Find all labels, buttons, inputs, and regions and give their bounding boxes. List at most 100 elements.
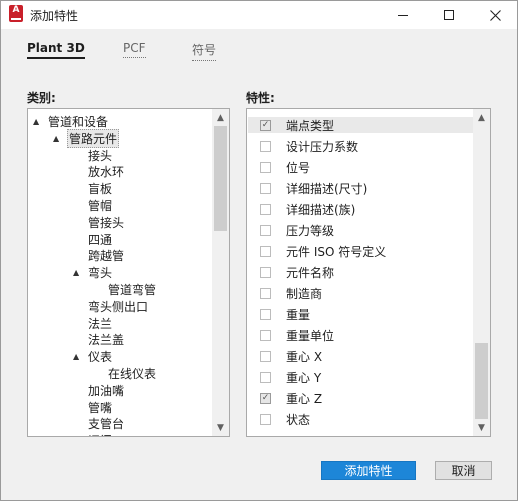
- tree-node[interactable]: 管嘴: [87, 399, 113, 415]
- property-label: 元件名称: [286, 265, 335, 280]
- property-label: 详细描述(族): [286, 202, 356, 217]
- tree-node[interactable]: 管帽: [87, 197, 113, 213]
- checkbox[interactable]: [260, 413, 271, 425]
- property-label: 端点类型: [286, 118, 335, 133]
- checkbox[interactable]: [260, 245, 271, 257]
- property-scrollbar[interactable]: ▲ ▼: [473, 109, 490, 436]
- close-button[interactable]: [472, 1, 518, 29]
- checkbox[interactable]: [260, 161, 271, 173]
- category-label: 类别:: [27, 91, 56, 105]
- tree-node[interactable]: 放水环: [87, 163, 125, 179]
- tree-node-label: 管道弯管: [108, 282, 157, 297]
- tree-node[interactable]: 盲板: [87, 180, 113, 196]
- title-bar: A 添加特性: [1, 1, 517, 29]
- property-item[interactable]: 设计压力系数: [260, 138, 358, 154]
- properties-label: 特性:: [246, 91, 275, 105]
- scroll-down-icon[interactable]: ▼: [473, 419, 490, 436]
- tree-node[interactable]: 接头: [87, 147, 113, 163]
- property-label: 状态: [286, 412, 311, 427]
- property-item[interactable]: 重量: [260, 306, 310, 322]
- tree-node-label: 弯头: [88, 265, 113, 280]
- tree-node[interactable]: ▲ 仪表: [73, 348, 113, 364]
- tree-node[interactable]: 管接头: [87, 214, 125, 230]
- tree-node[interactable]: ▲ 管路元件: [53, 128, 120, 148]
- property-item[interactable]: ✓ 端点类型: [248, 117, 474, 133]
- checkbox[interactable]: [260, 287, 271, 299]
- property-label: 位号: [286, 160, 311, 175]
- minimize-icon: [398, 14, 408, 16]
- property-label: 设计压力系数: [286, 139, 359, 154]
- tree-node[interactable]: 支管台: [87, 415, 125, 431]
- scroll-thumb[interactable]: [475, 343, 488, 419]
- tree-node[interactable]: 法兰: [87, 315, 113, 331]
- property-item[interactable]: ✓ 重心 Z: [260, 390, 322, 406]
- tree-node-label: 阀门: [87, 432, 113, 437]
- property-item[interactable]: 重量单位: [260, 327, 334, 343]
- property-item[interactable]: 位号: [260, 159, 310, 175]
- tree-node[interactable]: ▲ 弯头: [73, 264, 113, 280]
- tree-node[interactable]: 跨越管: [87, 247, 125, 263]
- property-label: 详细描述(尺寸): [286, 181, 368, 196]
- tree-node[interactable]: 管道弯管: [107, 281, 157, 297]
- property-item[interactable]: 制造商: [260, 285, 322, 301]
- property-label: 压力等级: [286, 223, 335, 238]
- property-label: 重量: [286, 307, 311, 322]
- tab-pcf[interactable]: PCF: [123, 41, 146, 58]
- property-item[interactable]: 元件 ISO 符号定义: [260, 243, 386, 259]
- add-property-button[interactable]: 添加特性: [321, 461, 416, 480]
- property-item[interactable]: 状态: [260, 411, 310, 427]
- property-item[interactable]: 重心 Y: [260, 369, 321, 385]
- tree-node[interactable]: 阀门: [87, 432, 113, 437]
- checkbox[interactable]: [260, 371, 271, 383]
- property-label: 重量单位: [286, 328, 335, 343]
- tree-node[interactable]: 在线仪表: [107, 365, 157, 381]
- checkbox[interactable]: [260, 140, 271, 152]
- tree-node-label: 管路元件: [67, 128, 120, 148]
- maximize-icon: [444, 10, 454, 20]
- tree-node[interactable]: 弯头侧出口: [87, 298, 149, 314]
- tab-plant-3d[interactable]: Plant 3D: [27, 41, 85, 59]
- property-label: 重心 Z: [286, 391, 323, 406]
- minimize-button[interactable]: [380, 1, 426, 29]
- checkbox[interactable]: [260, 308, 271, 320]
- scroll-down-icon[interactable]: ▼: [212, 419, 229, 436]
- checkbox[interactable]: [260, 329, 271, 341]
- scroll-up-icon[interactable]: ▲: [212, 109, 229, 126]
- tree-scrollbar[interactable]: ▲ ▼: [212, 109, 229, 436]
- property-item[interactable]: 元件名称: [260, 264, 334, 280]
- tree-node[interactable]: 法兰盖: [87, 331, 125, 347]
- checked-checkbox[interactable]: ✓: [260, 119, 271, 131]
- property-label: 制造商: [286, 286, 323, 301]
- checkbox[interactable]: [260, 224, 271, 236]
- tree-node[interactable]: 四通: [87, 231, 113, 247]
- tree-node[interactable]: ▲ 管道和设备: [33, 113, 109, 129]
- scroll-thumb[interactable]: [214, 126, 227, 231]
- app-icon-letter: A: [12, 5, 20, 15]
- collapse-arrow-icon[interactable]: ▲: [33, 117, 43, 126]
- scroll-up-icon[interactable]: ▲: [473, 109, 490, 126]
- property-label: 元件 ISO 符号定义: [286, 244, 387, 259]
- category-tree[interactable]: ▲ 管道和设备 ▲ 管路元件 接头 放水环 盲板 管帽 管接头 四通 跨越管 ▲ 弯头…: [27, 108, 230, 437]
- tree-node[interactable]: 加油嘴: [87, 382, 125, 398]
- tree-node-label: 管嘴: [88, 400, 113, 415]
- collapse-arrow-icon[interactable]: ▲: [53, 134, 63, 143]
- cancel-button[interactable]: 取消: [435, 461, 492, 480]
- autocad-app-icon: A: [9, 5, 23, 22]
- window-title: 添加特性: [30, 9, 79, 23]
- property-label: 重心 Y: [286, 370, 322, 385]
- property-item[interactable]: 详细描述(尺寸): [260, 180, 367, 196]
- collapse-arrow-icon[interactable]: ▲: [73, 352, 83, 361]
- checkbox[interactable]: [260, 182, 271, 194]
- checkbox[interactable]: [260, 266, 271, 278]
- tab-symbol[interactable]: 符号: [192, 41, 217, 61]
- checkbox[interactable]: [260, 350, 271, 362]
- property-item[interactable]: 压力等级: [260, 222, 334, 238]
- checked-checkbox[interactable]: ✓: [260, 392, 271, 404]
- tree-node-label: 仪表: [88, 349, 113, 364]
- maximize-button[interactable]: [426, 1, 472, 29]
- collapse-arrow-icon[interactable]: ▲: [73, 268, 83, 277]
- property-item[interactable]: 详细描述(族): [260, 201, 355, 217]
- checkbox[interactable]: [260, 203, 271, 215]
- property-item[interactable]: 重心 X: [260, 348, 322, 364]
- property-list[interactable]: ✓ 端点类型设计压力系数 位号详细描述(尺寸) 详细描述(族) 压力等级元件 ISO 符…: [246, 108, 491, 437]
